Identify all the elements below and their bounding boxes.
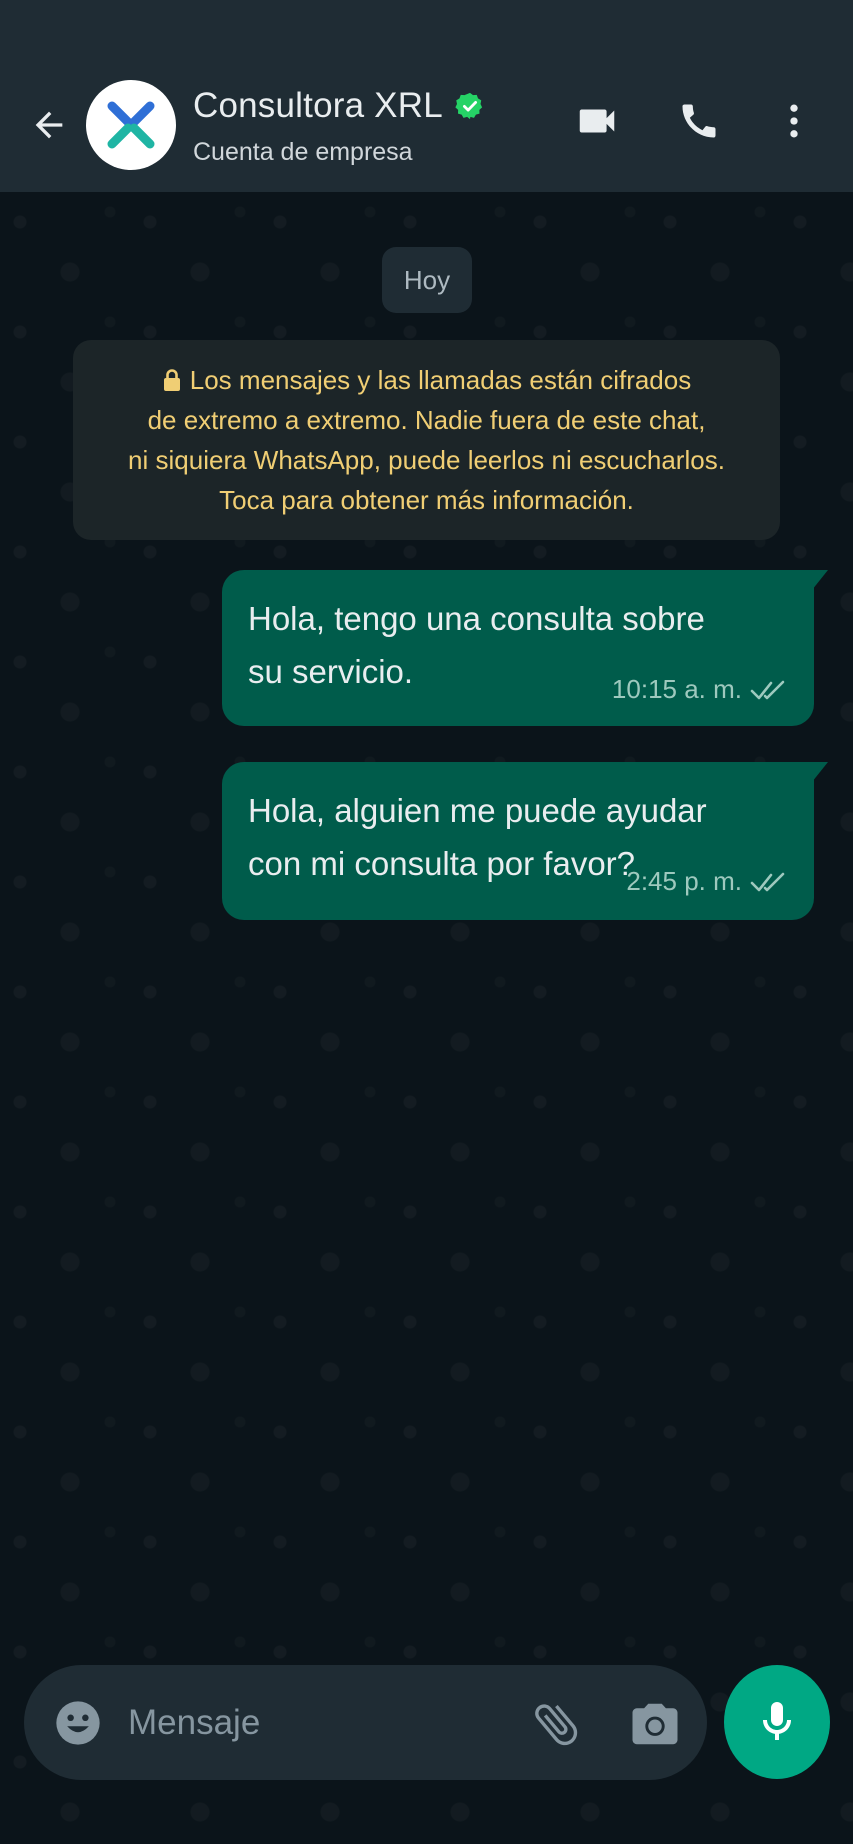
back-arrow-icon <box>35 111 63 139</box>
phone-icon <box>682 104 716 138</box>
emoji-button[interactable] <box>52 1697 104 1749</box>
notice-line-2: de extremo a extremo. Nadie fuera de est… <box>147 405 706 435</box>
bubble-tail <box>812 762 828 782</box>
chat-area[interactable]: Hoy Los mensajes y las llamadas están ci… <box>0 192 853 1844</box>
encryption-notice[interactable]: Los mensajes y las llamadas están cifrad… <box>73 340 780 540</box>
voice-call-button[interactable] <box>674 96 724 146</box>
message-time: 2:45 p. m. <box>626 866 742 896</box>
notice-line-3: ni siquiera WhatsApp, puede leerlos ni e… <box>128 445 725 475</box>
more-options-button[interactable] <box>770 96 818 146</box>
message-composer <box>24 1665 707 1780</box>
company-logo-icon <box>107 101 155 149</box>
attach-button[interactable] <box>529 1697 583 1751</box>
emoji-icon <box>56 1701 100 1745</box>
status-bar <box>0 0 853 60</box>
mic-icon <box>763 1702 791 1740</box>
contact-subtitle: Cuenta de empresa <box>193 138 413 166</box>
double-check-icon <box>750 872 785 891</box>
verified-badge-icon <box>455 91 485 121</box>
chat-header: Consultora XRL Cuenta de empresa <box>0 60 853 192</box>
camera-button[interactable] <box>628 1697 682 1751</box>
more-vert-icon <box>790 104 798 138</box>
video-call-button[interactable] <box>572 96 622 146</box>
attach-icon <box>535 1704 578 1746</box>
outgoing-message[interactable]: Hola, tengo una consulta sobre su servic… <box>222 570 828 726</box>
notice-line-1: Los mensajes y las llamadas están cifrad… <box>189 365 692 395</box>
message-input[interactable] <box>128 1695 528 1751</box>
avatar[interactable] <box>86 80 176 170</box>
camera-icon <box>632 1703 678 1745</box>
lock-icon <box>163 369 180 391</box>
double-check-icon <box>750 680 785 699</box>
video-call-icon <box>579 109 615 133</box>
message-meta: 2:45 p. m. <box>626 866 786 897</box>
voice-message-button[interactable] <box>724 1665 830 1779</box>
date-separator: Hoy <box>382 247 472 313</box>
notice-line-4: Toca para obtener más información. <box>219 485 634 515</box>
bubble-tail <box>812 570 828 590</box>
message-meta: 10:15 a. m. <box>612 674 786 705</box>
message-time: 10:15 a. m. <box>611 674 742 704</box>
outgoing-message[interactable]: Hola, alguien me puede ayudar con mi con… <box>222 762 828 920</box>
contact-title-row[interactable]: Consultora XRL <box>193 84 485 128</box>
back-button[interactable] <box>22 98 76 152</box>
contact-name: Consultora XRL <box>193 86 443 125</box>
